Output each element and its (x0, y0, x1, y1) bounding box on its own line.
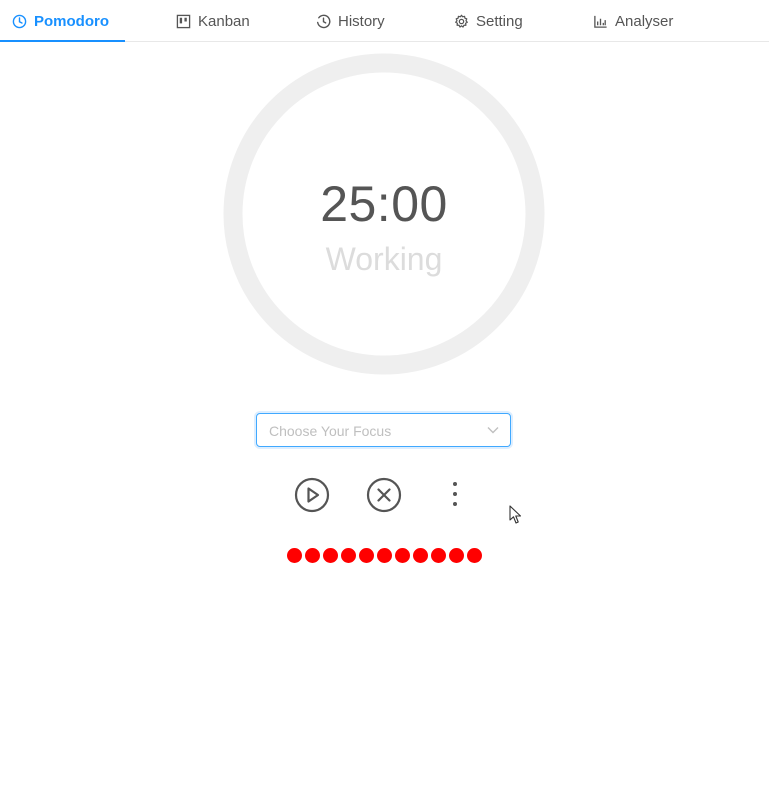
play-icon (294, 477, 330, 517)
close-icon (366, 477, 402, 517)
mouse-cursor-icon (509, 505, 523, 525)
pomodoro-dot (413, 548, 428, 563)
tab-history[interactable]: History (316, 0, 385, 42)
pomodoro-app: Pomodoro Kanban History Setting Analyser… (0, 0, 769, 800)
pomodoro-dot (305, 548, 320, 563)
pomodoro-dot (341, 548, 356, 563)
stop-button[interactable] (366, 477, 402, 513)
tab-analyser[interactable]: Analyser (593, 0, 673, 42)
pomodoro-dot (395, 548, 410, 563)
play-button[interactable] (294, 477, 330, 513)
pomodoro-dot (287, 548, 302, 563)
active-tab-indicator (0, 40, 125, 42)
bar-chart-icon (593, 14, 608, 29)
timer-display: 25:00 (320, 176, 448, 232)
pomodoro-dot (467, 548, 482, 563)
pomodoro-dots (287, 548, 482, 563)
tab-pomodoro[interactable]: Pomodoro (12, 0, 109, 42)
tab-label: Kanban (198, 12, 250, 30)
tab-label: Setting (476, 12, 523, 30)
focus-select[interactable]: Choose Your Focus (256, 413, 511, 447)
gear-icon (454, 14, 469, 29)
tab-label: History (338, 12, 385, 30)
tab-bar: Pomodoro Kanban History Setting Analyser (0, 0, 769, 42)
tab-label: Analyser (615, 12, 674, 30)
more-button[interactable] (437, 477, 473, 513)
pomodoro-dot (431, 548, 446, 563)
timer-status: Working (325, 241, 443, 277)
tab-label: Pomodoro (34, 12, 109, 30)
pomodoro-dot (323, 548, 338, 563)
pomodoro-dot (359, 548, 374, 563)
tab-setting[interactable]: Setting (454, 0, 523, 42)
more-vertical-icon (437, 482, 473, 517)
pomodoro-dot (449, 548, 464, 563)
history-icon (316, 14, 331, 29)
focus-placeholder: Choose Your Focus (269, 423, 392, 439)
pomodoro-dot (377, 548, 392, 563)
clock-icon (12, 14, 27, 29)
kanban-icon (176, 14, 191, 29)
chevron-down-icon (486, 423, 500, 437)
tab-kanban[interactable]: Kanban (176, 0, 250, 42)
timer-ring: 25:00 Working (223, 53, 545, 375)
